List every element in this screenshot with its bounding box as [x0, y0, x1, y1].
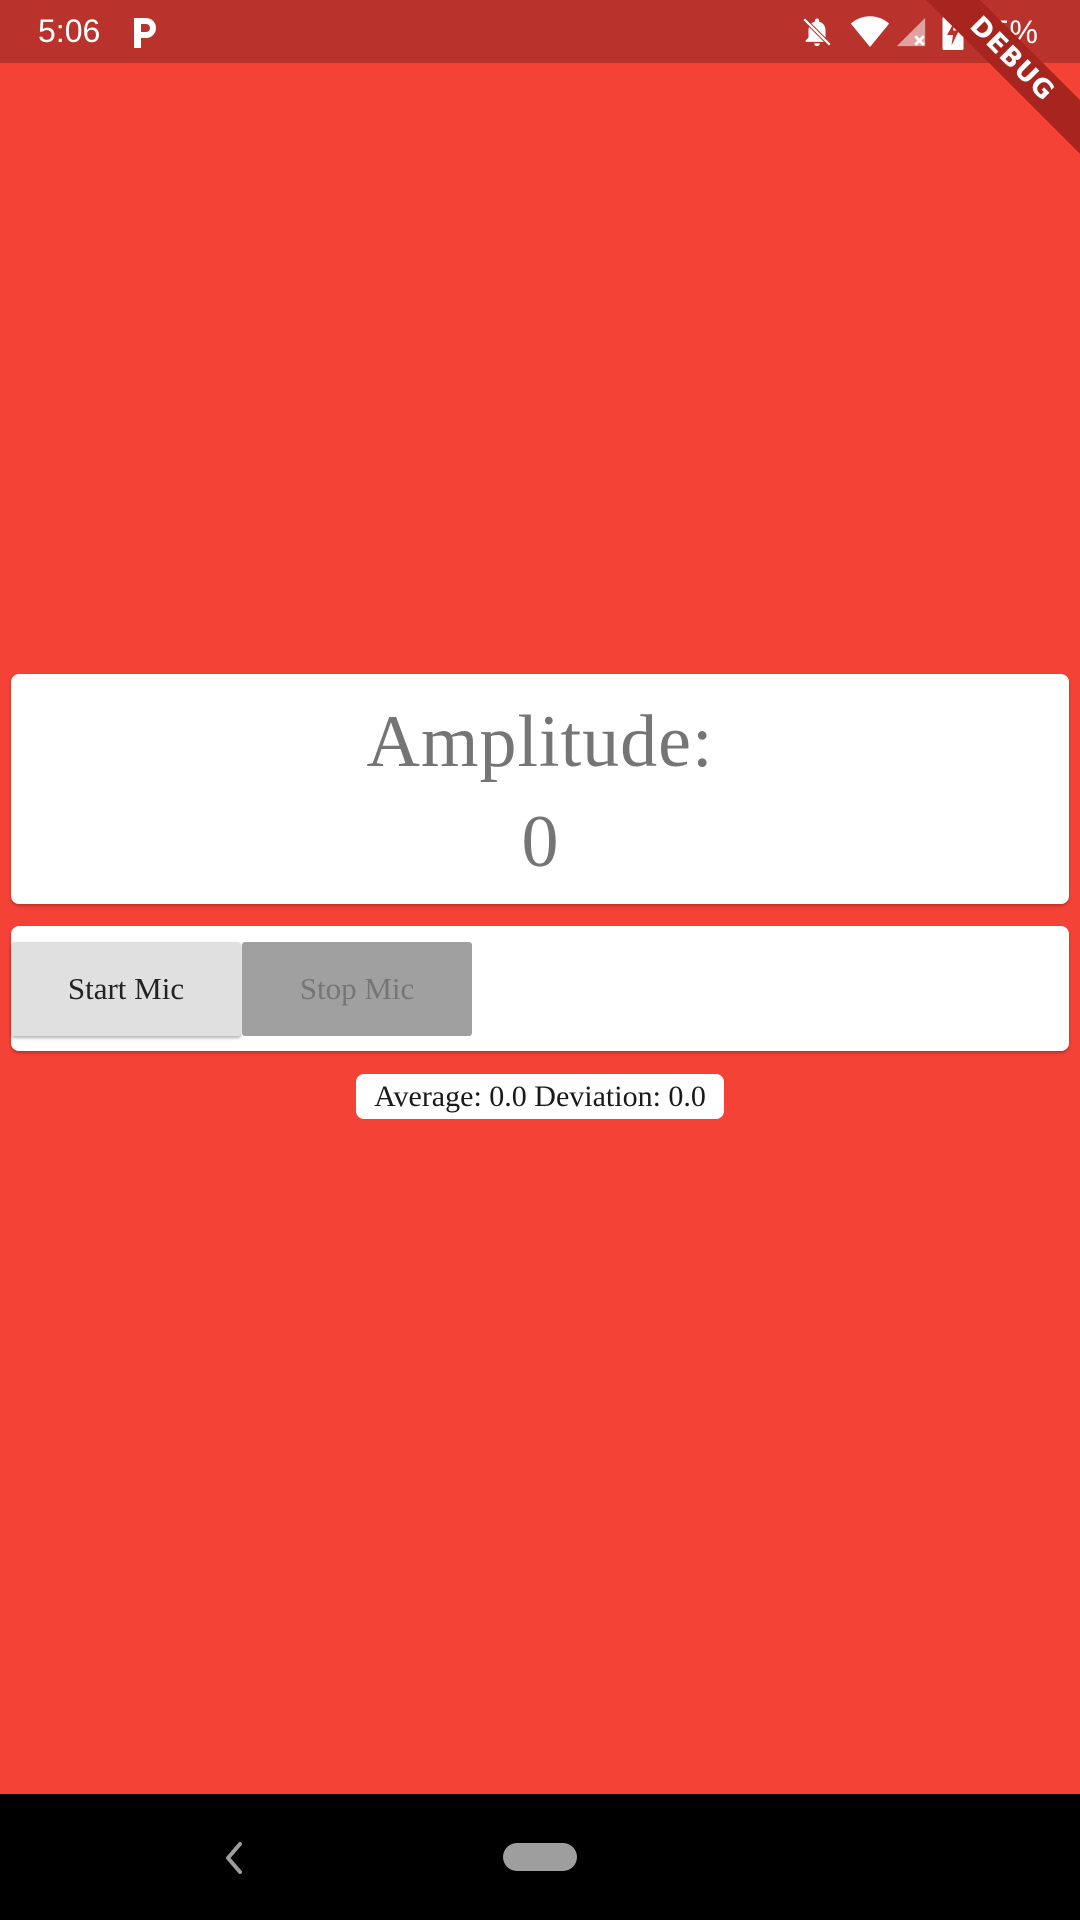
- status-bar: 5:06 95%: [0, 0, 1080, 63]
- home-pill-icon[interactable]: [503, 1843, 577, 1871]
- amplitude-title: Amplitude:: [366, 701, 714, 783]
- signal-no-data-icon: [896, 17, 926, 47]
- wifi-icon: [850, 16, 890, 47]
- battery-charging-icon: [942, 14, 964, 50]
- status-time: 5:06: [38, 13, 101, 49]
- bell-off-icon: [802, 17, 832, 47]
- start-mic-button[interactable]: Start Mic: [11, 942, 241, 1036]
- stats-label: Average: 0.0 Deviation: 0.0: [356, 1074, 724, 1119]
- stop-mic-button[interactable]: Stop Mic: [242, 942, 472, 1036]
- mic-controls-card: Start Mic Stop Mic: [11, 926, 1069, 1051]
- battery-percent: 95%: [973, 13, 1038, 50]
- p-app-icon: [134, 18, 156, 48]
- amplitude-card: Amplitude: 0: [11, 674, 1069, 904]
- amplitude-value: 0: [521, 801, 559, 883]
- back-icon[interactable]: [218, 1834, 248, 1882]
- status-icons: 95%: [800, 12, 1038, 52]
